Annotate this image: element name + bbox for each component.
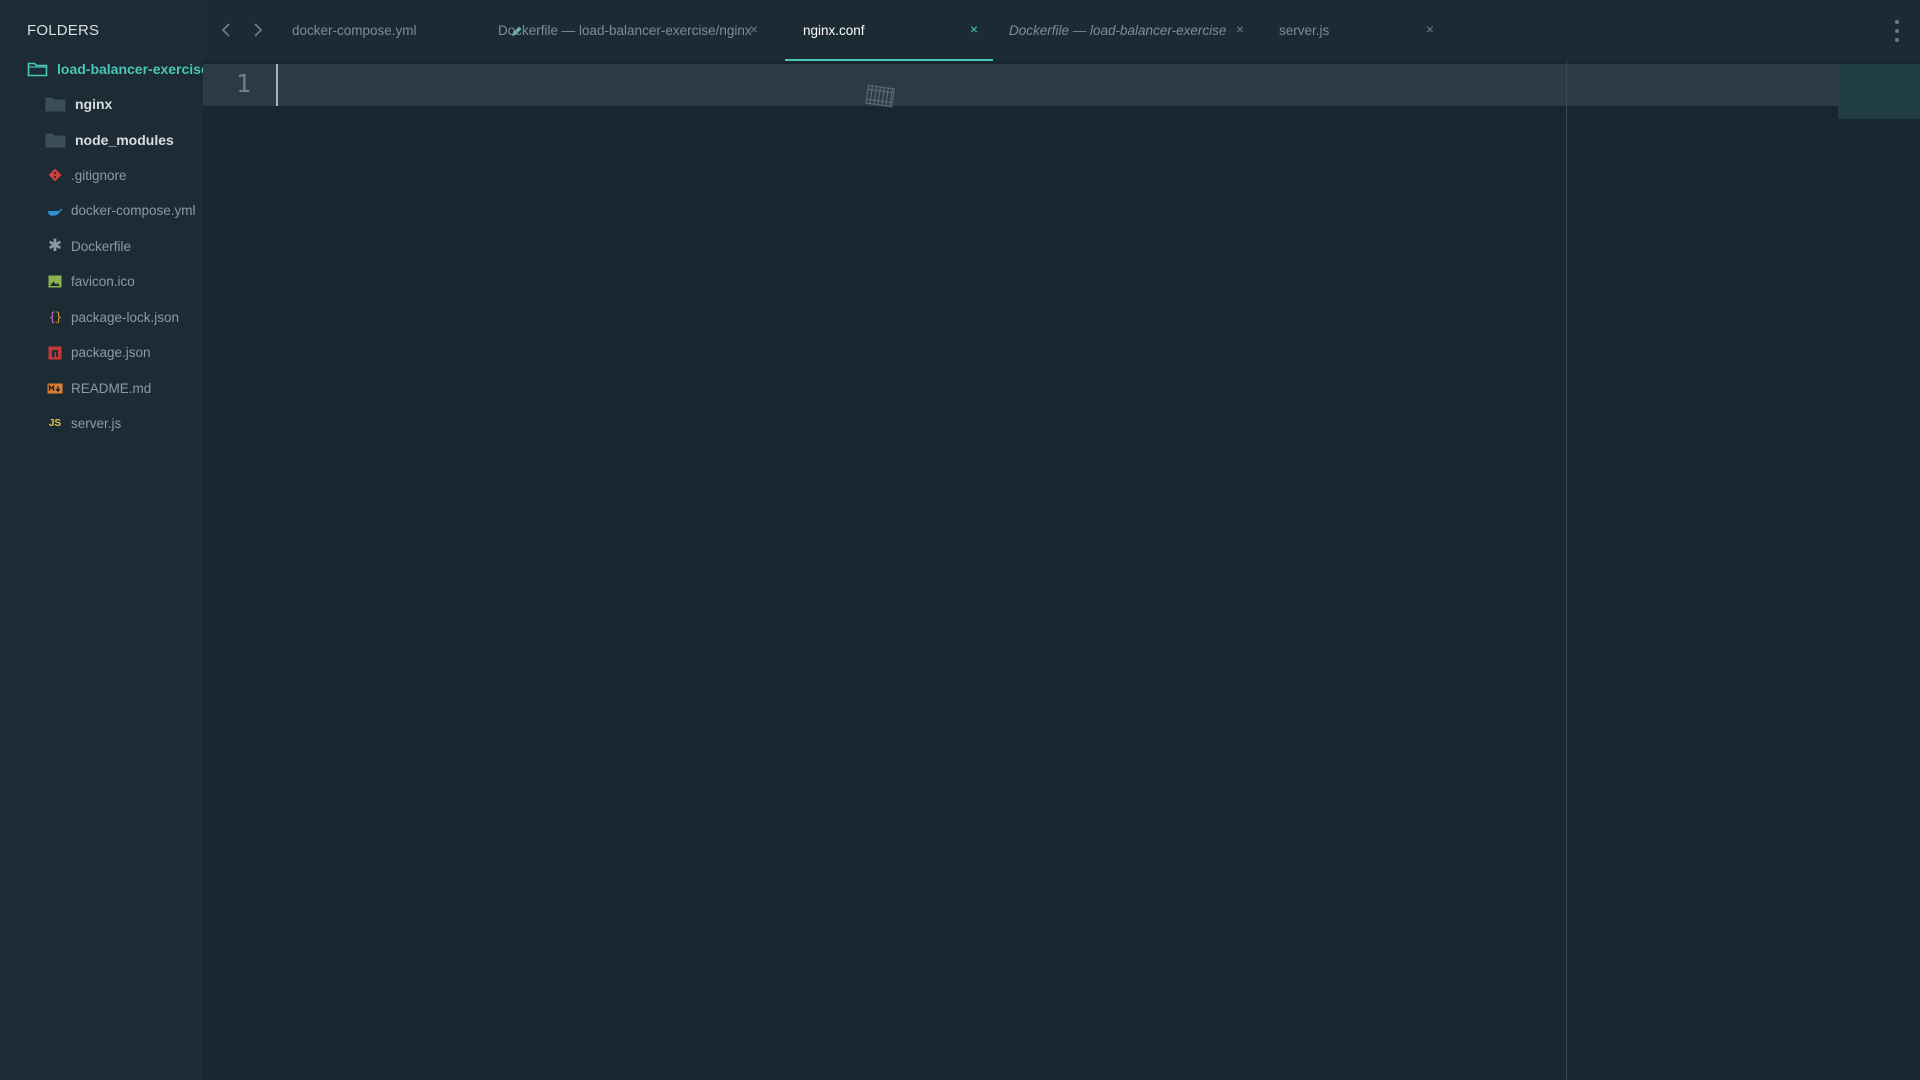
tab-dockerfile-nginx[interactable]: Dockerfile — load-balancer-exercise/ngin… [480,0,773,61]
chevron-right-icon[interactable] [249,20,267,40]
tab-label: Dockerfile — load-balancer-exercise/ngin… [498,23,752,38]
docker-icon [47,203,63,219]
braces-icon: {} [48,310,63,325]
tree-file-favicon[interactable]: favicon.ico [0,264,203,300]
folder-icon [45,96,66,112]
tab-nginx-conf[interactable]: nginx.conf × [785,0,993,61]
tab-label: Dockerfile — load-balancer-exercise [1009,23,1227,38]
tree-file-package-lock[interactable]: {} package-lock.json [0,300,203,336]
file-tree: load-balancer-exercise nginx node_module… [0,51,203,442]
tree-file-readme[interactable]: README.md [0,371,203,407]
tree-root-label: load-balancer-exercise [57,60,203,77]
tree-file-label: server.js [71,416,122,432]
tree-file-label: .gitignore [71,167,127,183]
close-icon[interactable]: × [1233,21,1247,37]
tree-folder-nginx[interactable]: nginx [0,87,203,123]
folder-icon [45,132,66,148]
tree-file-label: docker-compose.yml [71,203,196,219]
tab-label: nginx.conf [803,23,865,38]
asterisk-icon: ✱ [47,236,63,256]
text-caret [276,64,278,106]
sidebar: FOLDERS load-balancer-exercise nginx nod… [0,0,203,1080]
tree-file-server-js[interactable]: JS server.js [0,406,203,442]
tree-file-dockerfile[interactable]: ✱ Dockerfile [0,229,203,265]
js-icon: JS [48,418,62,430]
tab-dockerfile-root[interactable]: Dockerfile — load-balancer-exercise × [991,0,1259,61]
close-icon[interactable]: × [1423,21,1437,37]
tab-bar: docker-compose.yml Dockerfile — load-bal… [203,0,1920,61]
close-icon[interactable]: × [747,21,761,37]
tab-server-js[interactable]: server.js × [1261,0,1449,61]
tree-file-label: Dockerfile [71,238,132,254]
tree-folder-label: nginx [75,96,113,113]
tree-file-label: favicon.ico [71,274,135,290]
tree-file-gitignore[interactable]: .gitignore [0,158,203,194]
chevron-left-icon[interactable] [217,20,235,40]
minimap-viewport[interactable] [1838,64,1920,119]
sidebar-title: FOLDERS [27,22,100,39]
editor-area[interactable]: 1 [203,61,1920,1080]
tree-folder-label: node_modules [75,131,174,148]
tree-root-folder[interactable]: load-balancer-exercise [0,51,203,87]
tree-file-label: README.md [71,380,152,396]
tree-file-label: package-lock.json [71,309,180,325]
markdown-icon [47,380,63,396]
line-number: 1 [236,69,252,98]
tab-label: docker-compose.yml [292,23,417,38]
npm-icon [47,345,63,361]
tab-nav-arrows [217,20,267,40]
tree-file-package-json[interactable]: package.json [0,335,203,371]
close-icon[interactable]: × [967,21,981,37]
wrap-ruler [1566,61,1567,1080]
more-vertical-icon[interactable] [1894,20,1900,42]
resize-cursor-icon [863,81,897,113]
folder-open-icon [27,61,48,77]
tree-folder-node-modules[interactable]: node_modules [0,122,203,158]
tab-label: server.js [1279,23,1330,38]
current-line-highlight [203,64,1838,106]
git-icon [47,167,63,183]
tree-file-docker-compose[interactable]: docker-compose.yml [0,193,203,229]
tree-file-label: package.json [71,345,151,361]
image-icon [47,274,63,290]
